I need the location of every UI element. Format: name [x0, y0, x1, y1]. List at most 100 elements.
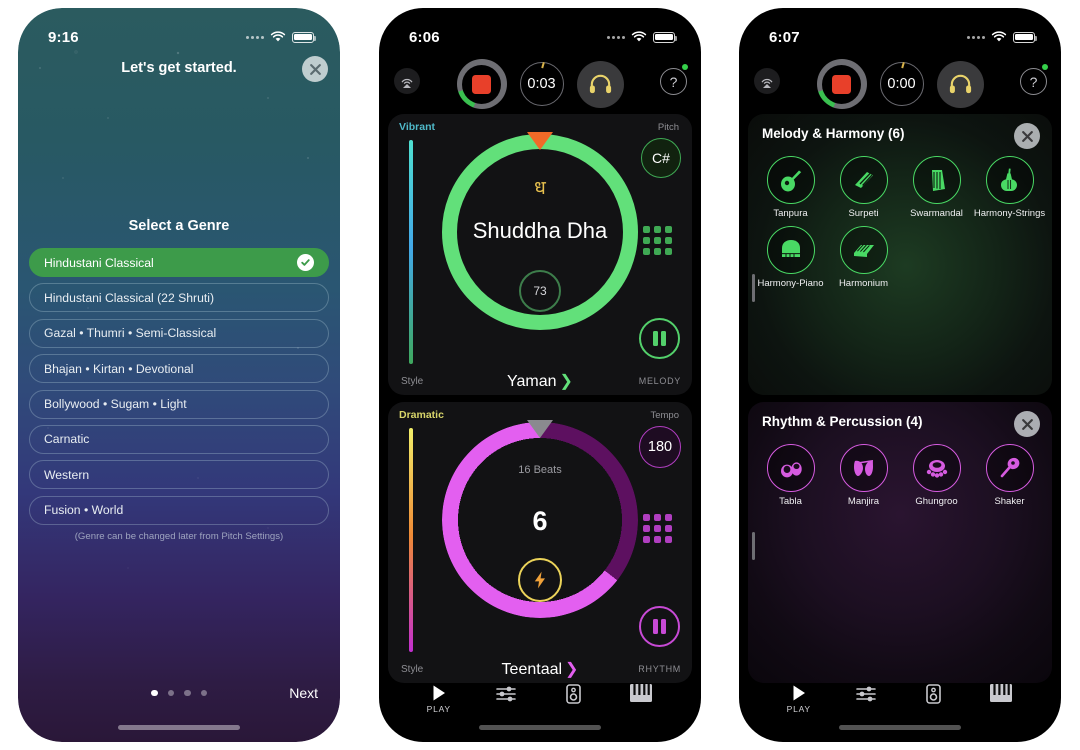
player-toolbar-3: 0:00 ?: [739, 54, 1061, 114]
check-icon: [297, 254, 314, 271]
tab-keyboard[interactable]: [608, 684, 676, 704]
sliders-icon: [496, 686, 517, 702]
instrument-harmonium[interactable]: Harmonium: [827, 225, 900, 290]
next-button[interactable]: Next: [289, 685, 318, 701]
status-indicators: [967, 31, 1037, 43]
genre-option-1[interactable]: Hindustani Classical (22 Shruti): [29, 283, 329, 313]
pitch-button[interactable]: C#: [641, 138, 681, 178]
headphones-button[interactable]: [936, 60, 984, 108]
genre-option-2[interactable]: Gazal • Thumri • Semi-Classical: [29, 318, 329, 348]
instrument-tanpura[interactable]: Tanpura: [754, 156, 827, 220]
chevron-right-icon: ❯: [559, 373, 573, 390]
tab-label: PLAY: [786, 704, 811, 714]
close-icon[interactable]: [1014, 411, 1040, 437]
play-icon: [433, 685, 445, 701]
rhythm-dial[interactable]: 16 Beats 6: [442, 420, 638, 618]
tab-keyboard[interactable]: [968, 684, 1036, 704]
status-time: 9:16: [48, 28, 79, 46]
airplay-icon[interactable]: [754, 68, 780, 94]
genre-option-6[interactable]: Western: [29, 460, 329, 490]
wifi-icon: [631, 31, 647, 42]
genre-label: Bollywood • Sugam • Light: [44, 397, 187, 412]
melody-section-label: MELODY: [638, 376, 681, 386]
tab-bar-2: PLAY: [379, 684, 701, 714]
instrument-name: Swarmandal: [910, 208, 963, 219]
rhythm-marker-icon: [527, 420, 553, 438]
genre-label: Bhajan • Kirtan • Devotional: [44, 361, 194, 376]
record-stop-button[interactable]: [816, 59, 867, 109]
harmonium-icon: [839, 225, 888, 274]
melody-harmony-panel: Melody & Harmony (6) Tanpura Surpeti Swa…: [748, 114, 1052, 395]
instrument-harmony-piano[interactable]: Harmony-Piano: [754, 225, 827, 290]
tempo-label: Tempo: [650, 410, 679, 421]
instrument-shaker[interactable]: Shaker: [973, 444, 1046, 508]
tab-speaker[interactable]: [900, 684, 968, 706]
instrument-surpeti[interactable]: Surpeti: [827, 156, 900, 220]
phone1-screen: 9:16 Let's get started. Select a Genre H…: [18, 8, 340, 742]
tab-mixer[interactable]: [473, 684, 541, 706]
tempo-button[interactable]: 180: [639, 426, 681, 468]
panel-title: Rhythm & Percussion (4): [762, 414, 923, 429]
speaker-icon: [566, 684, 582, 704]
status-time: 6:06: [409, 28, 440, 46]
section-title: Select a Genre: [128, 218, 230, 234]
melody-grid-icon[interactable]: [643, 226, 672, 255]
rhythm-style-label: Dramatic: [399, 409, 444, 421]
rhythm-grid-icon[interactable]: [643, 514, 672, 543]
tab-bar-3: PLAY: [739, 684, 1061, 714]
tab-play[interactable]: PLAY: [405, 684, 473, 714]
pitch-label: Pitch: [657, 122, 679, 133]
melody-pause-button[interactable]: [639, 318, 680, 359]
battery-icon: [1013, 31, 1037, 43]
headphones-button[interactable]: [576, 60, 624, 108]
instrument-swarmandal[interactable]: Swarmandal: [900, 156, 973, 220]
record-stop-button[interactable]: [456, 59, 507, 109]
taal-name: Teentaal: [501, 661, 563, 678]
phone-onboarding: 9:16 Let's get started. Select a Genre H…: [18, 8, 340, 742]
tab-play[interactable]: PLAY: [765, 684, 833, 714]
close-icon[interactable]: [1014, 123, 1040, 149]
genre-option-4[interactable]: Bollywood • Sugam • Light: [29, 389, 329, 419]
phone3-screen: 6:07 0:00 ? Melody & Harmony (6) Tanpura…: [739, 8, 1061, 742]
melody-gauge[interactable]: 73: [519, 270, 561, 312]
rhythm-pause-button[interactable]: [639, 606, 680, 647]
raga-name: Yaman: [507, 373, 557, 390]
instrument-tabla[interactable]: Tabla: [754, 444, 827, 508]
airplay-icon[interactable]: [394, 68, 420, 94]
instrument-name: Tanpura: [773, 208, 808, 219]
instrument-ghungroo[interactable]: Ghungroo: [900, 444, 973, 508]
instrument-harmony-strings[interactable]: Harmony-Strings: [973, 156, 1046, 220]
rhythm-style-slider[interactable]: [409, 428, 413, 652]
beats-label: 16 Beats: [518, 464, 562, 476]
play-icon: [793, 685, 805, 701]
help-button[interactable]: ?: [1020, 68, 1047, 95]
genre-label: Hindustani Classical (22 Shruti): [44, 290, 215, 305]
home-indicator: [479, 725, 601, 730]
status-bar-2: 6:06: [379, 8, 701, 54]
genre-option-0[interactable]: Hindustani Classical: [29, 248, 329, 277]
tab-mixer[interactable]: [833, 684, 901, 706]
instrument-name: Ghungroo: [915, 496, 958, 507]
instrument-manjira[interactable]: Manjira: [827, 444, 900, 508]
home-indicator: [118, 725, 240, 730]
genre-option-5[interactable]: Carnatic: [29, 424, 329, 454]
help-button[interactable]: ?: [660, 68, 687, 95]
scroll-indicator[interactable]: [752, 532, 755, 560]
timer-button[interactable]: 0:00: [879, 62, 924, 106]
genre-option-7[interactable]: Fusion • World: [29, 495, 329, 525]
phone-instruments: 6:07 0:00 ? Melody & Harmony (6) Tanpura…: [739, 8, 1061, 742]
melody-style-slider[interactable]: [409, 140, 413, 364]
melody-dial[interactable]: ध Shuddha Dha 73: [442, 132, 638, 330]
status-bar-3: 6:07: [739, 8, 1061, 54]
close-icon[interactable]: [302, 56, 328, 82]
signal-dots-icon: [967, 35, 985, 39]
timer-button[interactable]: 0:03: [519, 62, 564, 106]
phone-player: 6:06 0:03 ? Vibrant Style Pitch C# ध Shu…: [379, 8, 701, 742]
instrument-name: Manjira: [847, 496, 880, 507]
melody-style-label: Vibrant: [399, 121, 435, 133]
rhythm-instrument-grid: Tabla Manjira Ghungroo Shaker: [754, 444, 1046, 508]
lightning-button[interactable]: [518, 558, 562, 602]
genre-option-3[interactable]: Bhajan • Kirtan • Devotional: [29, 354, 329, 384]
wifi-icon: [991, 31, 1007, 42]
tab-speaker[interactable]: [540, 684, 608, 706]
